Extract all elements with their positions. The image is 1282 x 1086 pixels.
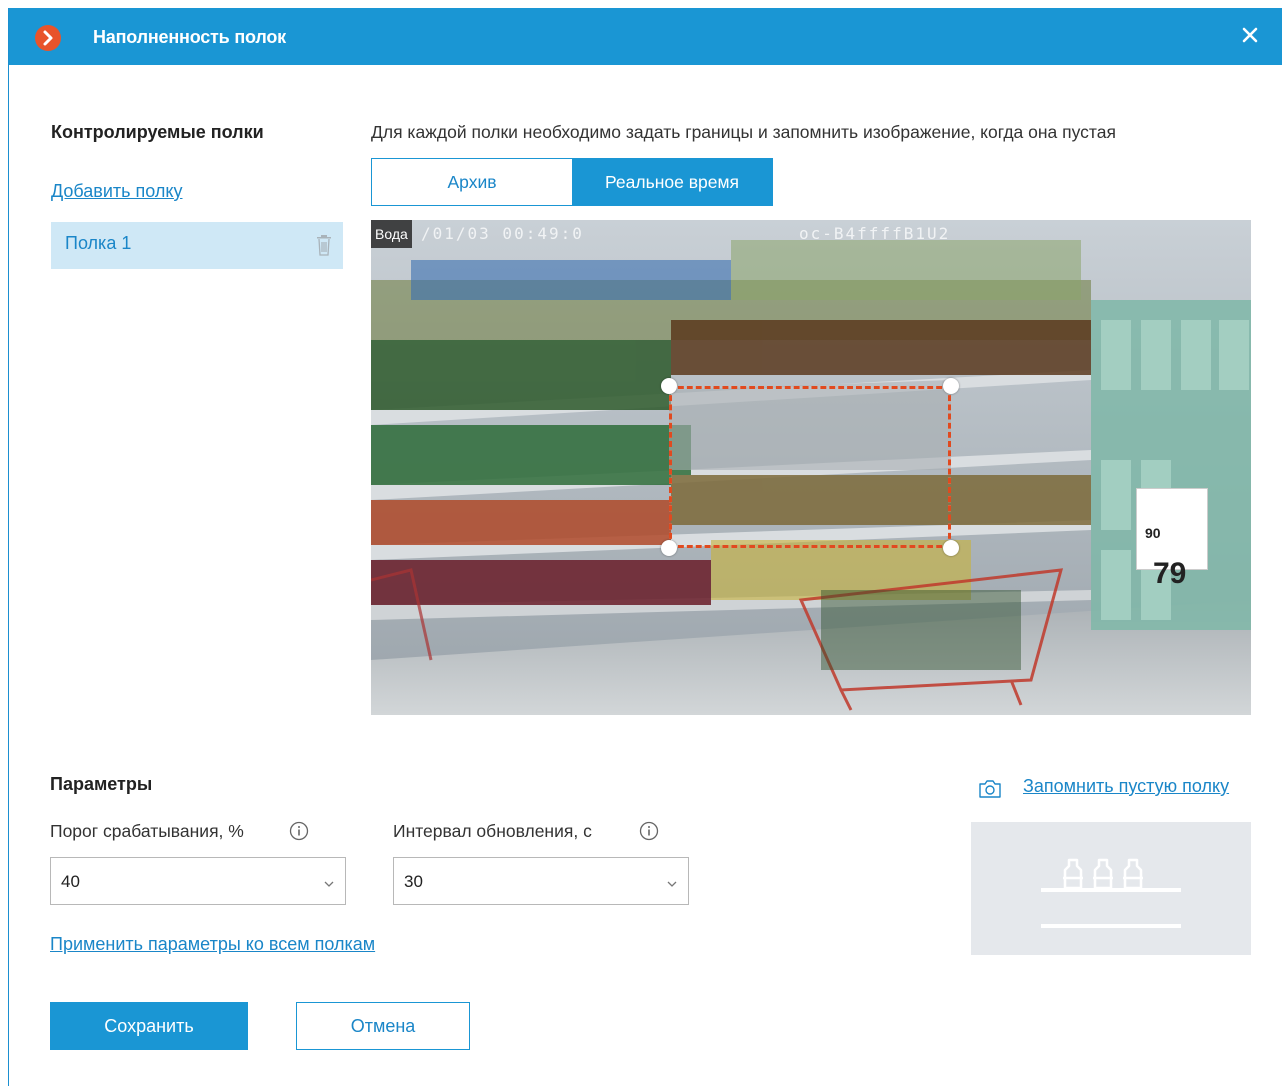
shelf-item-label: Полка 1 <box>65 233 132 253</box>
cancel-button[interactable]: Отмена <box>296 1002 470 1050</box>
shelf-list-item[interactable]: Полка 1 <box>51 222 343 269</box>
tab-archive[interactable]: Архив <box>372 159 572 205</box>
price-main: 79 <box>1153 557 1187 590</box>
remember-empty-shelf-link[interactable]: Запомнить пустую полку <box>1023 776 1229 797</box>
threshold-select[interactable]: 40 <box>50 857 346 905</box>
shelf-boundary-region[interactable] <box>669 386 951 548</box>
camera-name-overlay: Вода <box>371 220 412 248</box>
camera-icon[interactable] <box>977 779 1003 799</box>
region-handle-bottom-left[interactable] <box>661 540 677 556</box>
interval-value: 30 <box>404 872 423 891</box>
interval-info-icon[interactable] <box>639 821 659 841</box>
shelf-boundary-dashes <box>669 386 951 548</box>
shelves-heading: Контролируемые полки <box>51 122 264 142</box>
threshold-label: Порог срабатывания, % <box>50 821 244 841</box>
chevron-down-icon <box>666 876 678 887</box>
params-heading: Параметры <box>50 774 153 794</box>
source-tabs: Архив Реальное время <box>371 158 773 206</box>
timestamp-overlay: /01/03 00:49:0 <box>421 224 584 243</box>
add-shelf-link[interactable]: Добавить полку <box>51 181 183 202</box>
tab-realtime[interactable]: Реальное время <box>572 159 772 205</box>
threshold-value: 40 <box>61 872 80 891</box>
shelf-fill-dialog: Наполненность полок Контролируемые полки… <box>8 8 1282 1086</box>
close-icon[interactable] <box>1237 22 1263 48</box>
trash-icon[interactable] <box>315 234 333 256</box>
region-handle-top-left[interactable] <box>661 378 677 394</box>
save-button[interactable]: Сохранить <box>50 1002 248 1050</box>
region-handle-top-right[interactable] <box>943 378 959 394</box>
window-title: Наполненность полок <box>93 27 286 47</box>
app-logo-icon <box>35 25 61 51</box>
interval-label: Интервал обновления, с <box>393 821 592 841</box>
threshold-info-icon[interactable] <box>289 821 309 841</box>
camera-code-overlay: oc-B4ffffB1U2 <box>799 224 951 243</box>
price-cents: 90 <box>1145 525 1161 541</box>
apply-to-all-link[interactable]: Применить параметры ко всем полкам <box>50 934 375 955</box>
instruction-text: Для каждой полки необходимо задать грани… <box>371 122 1116 142</box>
title-bar: Наполненность полок <box>9 8 1282 65</box>
camera-video-frame[interactable]: Вода /01/03 00:49:0 oc-B4ffffB1U2 79 90 <box>371 220 1251 715</box>
region-handle-bottom-right[interactable] <box>943 540 959 556</box>
empty-shelf-preview <box>971 822 1251 955</box>
interval-select[interactable]: 30 <box>393 857 689 905</box>
price-tag: 79 90 <box>1136 488 1208 590</box>
chevron-down-icon <box>323 876 335 887</box>
shelf-placeholder-icon <box>1041 858 1181 928</box>
